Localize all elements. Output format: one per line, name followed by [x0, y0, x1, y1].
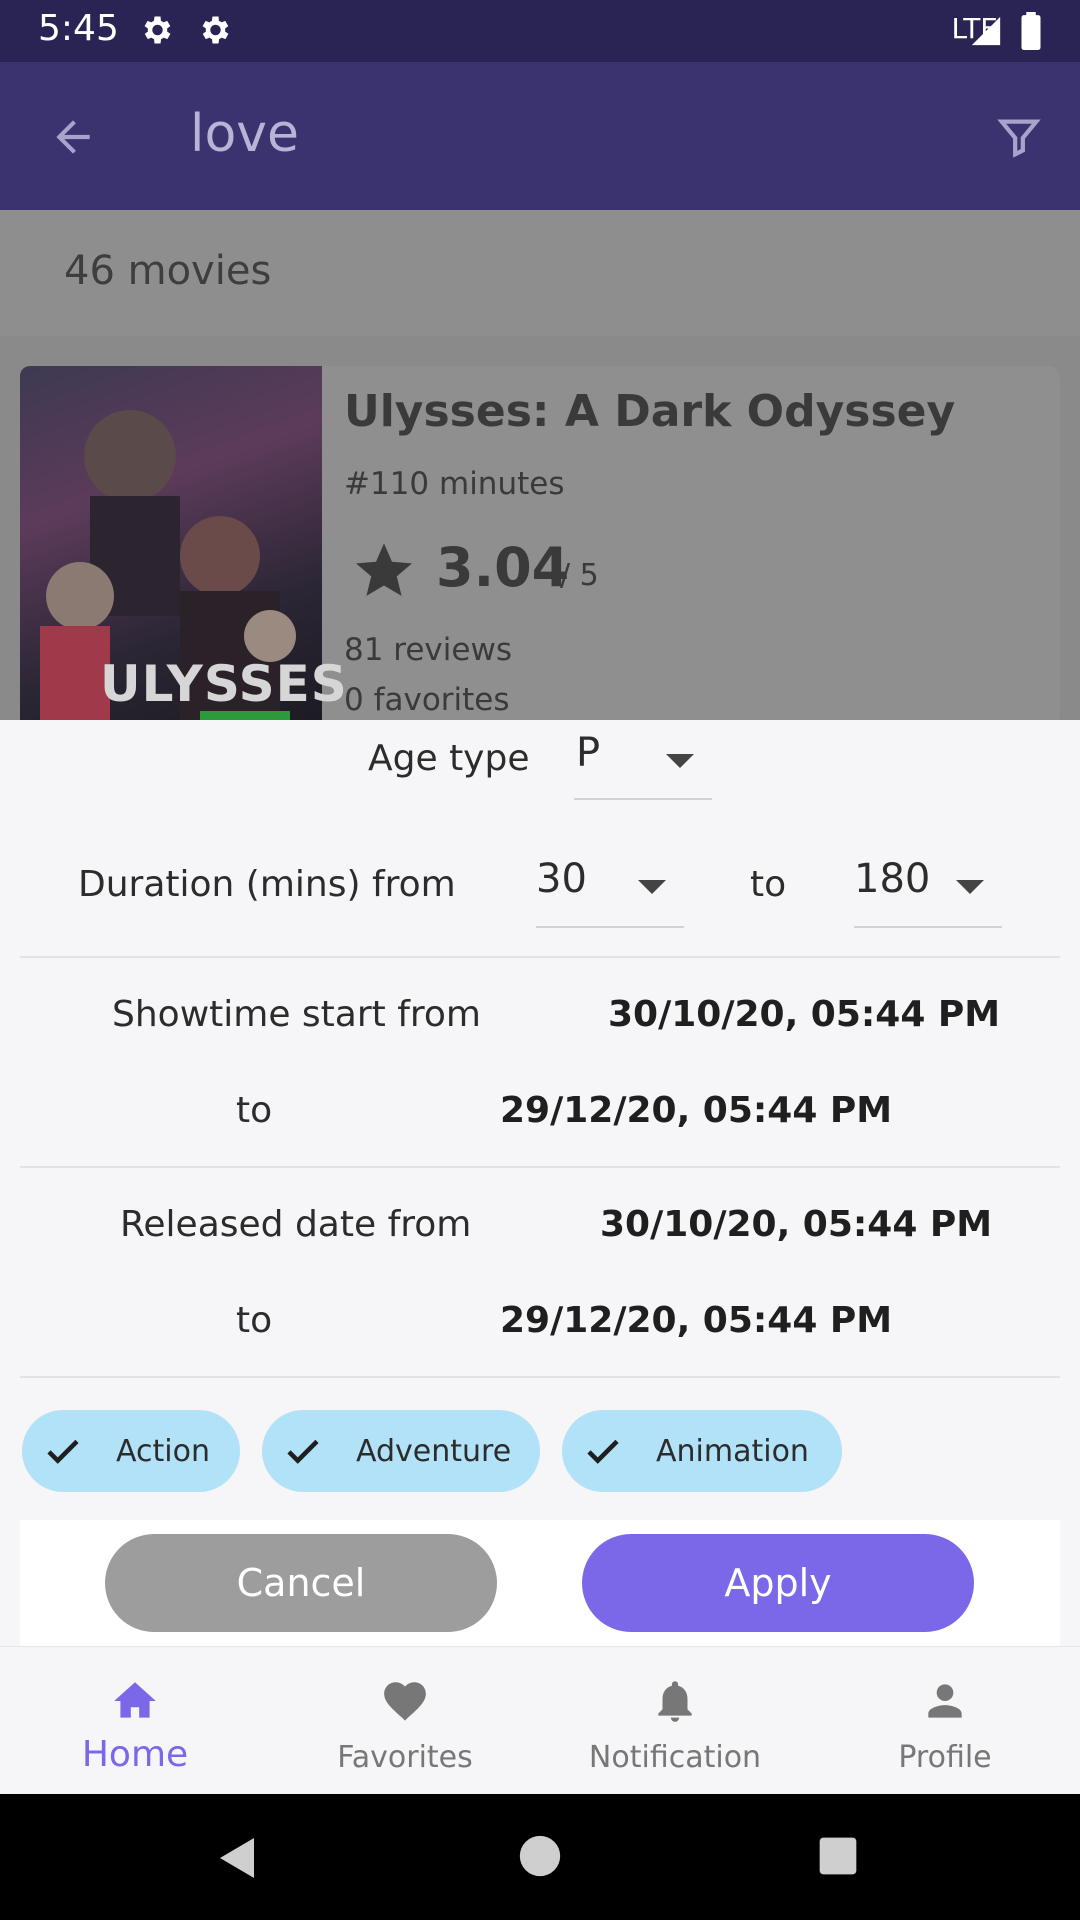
signal-icon	[971, 16, 1001, 46]
rating-value: 3.04	[436, 536, 570, 599]
showtime-label: Showtime start from	[112, 994, 481, 1035]
system-home-icon[interactable]	[518, 1834, 562, 1878]
chevron-down-icon	[956, 880, 984, 894]
cancel-button[interactable]: Cancel	[105, 1534, 497, 1632]
movie-duration: #110 minutes	[344, 466, 565, 502]
apply-button[interactable]: Apply	[582, 1534, 974, 1632]
dropdown-underline	[536, 926, 684, 928]
reviews-count: 81 reviews	[344, 632, 512, 668]
released-label: Released date from	[120, 1204, 472, 1245]
chip-animation[interactable]: Animation	[562, 1410, 842, 1492]
check-icon	[587, 1439, 619, 1464]
duration-from-dropdown[interactable]: 30	[536, 852, 684, 928]
duration-label: Duration (mins) from	[78, 864, 456, 905]
divider	[20, 1166, 1060, 1168]
nav-label-favorites: Favorites	[337, 1740, 473, 1775]
showtime-from-value[interactable]: 30/10/20, 05:44 PM	[608, 994, 1000, 1035]
chip-adventure[interactable]: Adventure	[262, 1410, 540, 1492]
nav-label-home: Home	[81, 1734, 189, 1775]
duration-to-label: to	[750, 864, 787, 905]
age-type-label: Age type	[368, 738, 530, 779]
nav-item-favorites[interactable]: Favorites	[270, 1646, 540, 1794]
nav-item-profile[interactable]: Profile	[810, 1646, 1080, 1794]
bell-icon	[658, 1681, 692, 1722]
nav-item-notification[interactable]: Notification	[540, 1646, 810, 1794]
divider	[20, 956, 1060, 958]
settings-gear-icon	[202, 16, 229, 44]
nav-label-profile: Profile	[898, 1740, 992, 1775]
chevron-down-icon	[638, 880, 666, 894]
poster-title: ULYSSES	[100, 655, 348, 713]
app-bar	[0, 62, 1080, 210]
search-query[interactable]: love	[190, 104, 299, 164]
system-back-icon[interactable]	[214, 1834, 262, 1882]
showtime-to-value[interactable]: 29/12/20, 05:44 PM	[500, 1090, 892, 1131]
chip-action[interactable]: Action	[22, 1410, 240, 1492]
rating-max: / 5	[560, 558, 599, 593]
back-arrow-icon[interactable]	[48, 112, 98, 162]
released-to-label: to	[236, 1300, 273, 1341]
status-time: 5:45	[38, 8, 119, 49]
duration-to-value: 180	[854, 856, 931, 902]
results-count: 46 movies	[64, 248, 272, 294]
check-icon	[287, 1439, 319, 1464]
dropdown-underline	[574, 798, 712, 800]
released-to-value[interactable]: 29/12/20, 05:44 PM	[500, 1300, 892, 1341]
heart-icon	[384, 1682, 426, 1721]
chip-label: Adventure	[356, 1434, 512, 1469]
settings-gear-icon	[144, 16, 171, 44]
movie-title: Ulysses: A Dark Odyssey	[344, 386, 956, 437]
chevron-down-icon	[666, 754, 694, 768]
filter-icon[interactable]	[996, 112, 1042, 162]
chip-label: Animation	[656, 1434, 809, 1469]
check-icon	[47, 1439, 79, 1464]
divider	[20, 1376, 1060, 1378]
nav-label-notification: Notification	[588, 1740, 762, 1775]
released-from-value[interactable]: 30/10/20, 05:44 PM	[600, 1204, 992, 1245]
person-icon	[928, 1684, 962, 1718]
chip-label: Action	[116, 1434, 210, 1469]
home-icon	[114, 1682, 156, 1718]
dropdown-underline	[854, 926, 1002, 928]
duration-to-dropdown[interactable]: 180	[854, 852, 1002, 928]
favorites-count: 0 favorites	[344, 682, 510, 718]
duration-from-value: 30	[536, 856, 587, 902]
showtime-to-label: to	[236, 1090, 273, 1131]
battery-icon	[1021, 12, 1041, 50]
nav-item-home[interactable]: Home	[0, 1646, 270, 1794]
star-icon	[356, 543, 412, 596]
age-type-value: P	[576, 730, 601, 776]
age-type-dropdown[interactable]: P	[574, 726, 712, 800]
system-recents-icon[interactable]	[816, 1834, 860, 1878]
